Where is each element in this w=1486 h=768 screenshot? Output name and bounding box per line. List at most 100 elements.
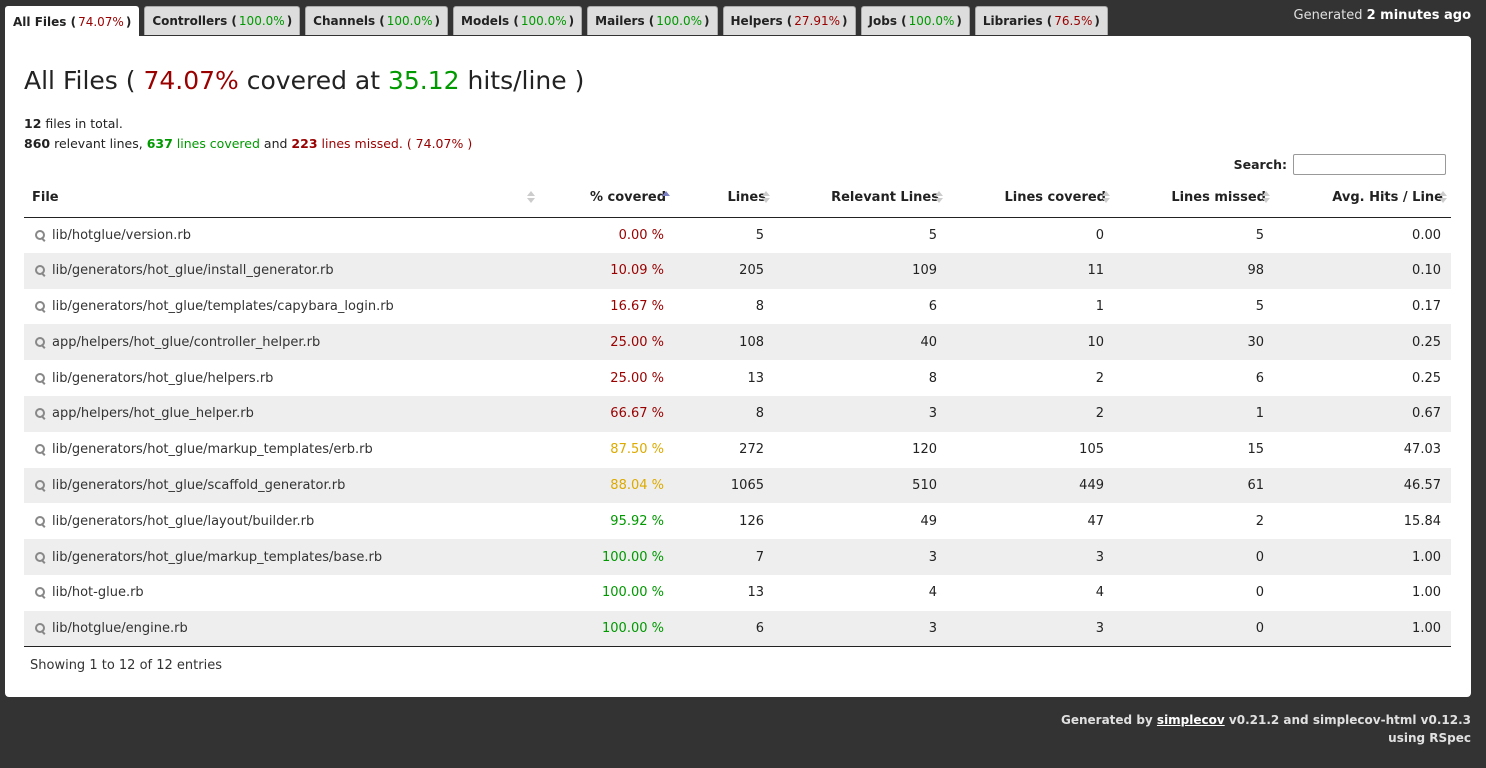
file-path: app/helpers/hot_glue_helper.rb [52,406,254,422]
footer-rest: v0.21.2 and simplecov-html v0.12.3 [1228,713,1471,727]
sort-icon [1262,191,1270,205]
lines-cell: 13 [747,585,764,601]
table-row: lib/generators/hot_glue/templates/capyba… [24,289,1451,325]
column-header-lines[interactable]: Lines [674,178,774,218]
tab-label: Jobs [868,14,897,28]
avg-hits-cell: 0.10 [1412,263,1441,279]
coverage-summary: 12 files in total. 860 relevant lines, 6… [24,114,472,154]
magnifier-icon [34,336,47,349]
tab-controllers[interactable]: Controllers (100.0%) [144,6,301,35]
relevant-lines-cell: 8 [928,370,937,386]
relevant-lines-cell: 510 [912,477,937,493]
file-link[interactable]: lib/hotglue/version.rb [34,228,529,243]
tab-all-files[interactable]: All Files (74.07%) [5,6,140,37]
lines-missed-cell: 0 [1255,549,1264,565]
avg-hits-cell: 0.67 [1412,406,1441,422]
column-label: Lines [727,189,766,205]
simplecov-link[interactable]: simplecov [1157,713,1225,727]
file-path: lib/generators/hot_glue/install_generato… [52,263,334,279]
tab-mailers[interactable]: Mailers (100.0%) [587,6,718,35]
table-row: app/helpers/hot_glue/controller_helper.r… [24,324,1451,361]
tab-models[interactable]: Models (100.0%) [453,6,583,35]
column-label: Lines covered [1004,189,1106,205]
magnifier-icon [34,479,47,492]
magnifier-icon [34,300,47,313]
lines-covered-cell: 2 [1095,406,1104,422]
avg-hits-cell: 46.57 [1403,477,1441,493]
tab-helpers[interactable]: Helpers (27.91%) [722,6,856,35]
file-link[interactable]: lib/generators/hot_glue/helpers.rb [34,371,529,386]
magnifier-icon [34,407,47,420]
file-link[interactable]: lib/hotglue/engine.rb [34,621,529,636]
file-cell: lib/generators/hot_glue/templates/capyba… [24,289,539,325]
content-panel: All Files ( 74.07% covered at 35.12 hits… [5,36,1471,697]
covered-pct-cell: 88.04 % [610,477,664,493]
file-link[interactable]: lib/hot-glue.rb [34,585,529,600]
lines-covered-cell: 10 [1087,334,1104,350]
magnifier-icon [34,586,47,599]
tab-coverage-pct: 100.0% [386,14,433,28]
table-row: lib/generators/hot_glue/markup_templates… [24,539,1451,575]
tab-channels[interactable]: Channels (100.0%) [305,6,449,35]
lines-cell: 8 [755,406,764,422]
magnifier-icon [34,372,47,385]
tab-libraries[interactable]: Libraries (76.5%) [974,6,1108,35]
file-cell: lib/hotglue/engine.rb [24,610,539,648]
column-header-lines-covered[interactable]: Lines covered [947,178,1114,218]
relevant-lines-cell: 3 [774,610,947,648]
file-cell: lib/generators/hot_glue/install_generato… [24,253,539,289]
footer-prefix: Generated by [1060,713,1153,727]
file-link[interactable]: lib/generators/hot_glue/scaffold_generat… [34,478,529,493]
sort-icon [1439,191,1447,205]
relevant-lines-cell: 4 [928,585,937,601]
file-link[interactable]: lib/generators/hot_glue/install_generato… [34,263,529,278]
search-input[interactable] [1293,154,1446,175]
column-header-relevant[interactable]: Relevant Lines [774,178,947,218]
table-row: lib/generators/hot_glue/layout/builder.r… [24,503,1451,539]
tab-jobs[interactable]: Jobs (100.0%) [860,6,970,35]
table-row: lib/hot-glue.rb 100.00 % 13 4 4 0 1.00 [24,575,1451,611]
lines-missed-cell: 0 [1255,585,1264,601]
table-header-row: File % covered Lines Relevant Lines Line… [24,178,1451,218]
lines-missed-cell: 61 [1247,477,1264,493]
tab-label: Helpers [730,14,783,28]
file-link[interactable]: app/helpers/hot_glue/controller_helper.r… [34,335,529,350]
file-path: lib/hotglue/engine.rb [52,620,188,636]
relevant-count: 860 [24,136,51,151]
file-link[interactable]: lib/generators/hot_glue/templates/capyba… [34,299,529,314]
column-header-lines-missed[interactable]: Lines missed [1114,178,1274,218]
title-hits-unit: hits/line [467,66,567,95]
avg-hits-cell: 0.00 [1412,227,1441,243]
lines-cell: 272 [739,442,764,458]
file-link[interactable]: lib/generators/hot_glue/markup_templates… [34,442,529,457]
lines-covered-cell: 105 [1079,442,1104,458]
lines-missed-cell: 30 [1247,334,1264,350]
avg-hits-cell: 1.00 [1412,585,1441,601]
table-row: lib/generators/hot_glue/scaffold_generat… [24,467,1451,504]
lines-cell: 13 [747,370,764,386]
lines-covered-cell: 47 [1087,513,1104,529]
column-label: Relevant Lines [831,189,939,205]
file-cell: lib/hotglue/version.rb [24,217,539,253]
column-header-covered[interactable]: % covered [539,178,674,218]
lines-cell: 8 [755,298,764,314]
column-header-avg-hits[interactable]: Avg. Hits / Line [1274,178,1451,218]
file-path: lib/generators/hot_glue/markup_templates… [52,549,383,565]
search-label: Search: [1233,157,1287,172]
file-link[interactable]: lib/generators/hot_glue/markup_templates… [34,550,529,565]
column-header-file[interactable]: File [24,178,539,218]
magnifier-icon [34,622,47,635]
file-link[interactable]: app/helpers/hot_glue_helper.rb [34,406,529,421]
tab-coverage-pct: 27.91% [794,14,841,28]
file-link[interactable]: lib/generators/hot_glue/layout/builder.r… [34,514,529,529]
file-path: lib/generators/hot_glue/helpers.rb [52,370,274,386]
tab-label: Models [461,14,510,28]
file-path: lib/generators/hot_glue/templates/capyba… [52,298,394,314]
covered-text: lines covered [176,136,260,151]
lines-cell: 5 [755,227,764,243]
covered-pct-cell: 95.92 % [610,513,664,529]
lines-cell: 7 [755,549,764,565]
tab-label: Channels [313,14,376,28]
column-label: % covered [589,189,666,205]
lines-cell: 108 [739,334,764,350]
